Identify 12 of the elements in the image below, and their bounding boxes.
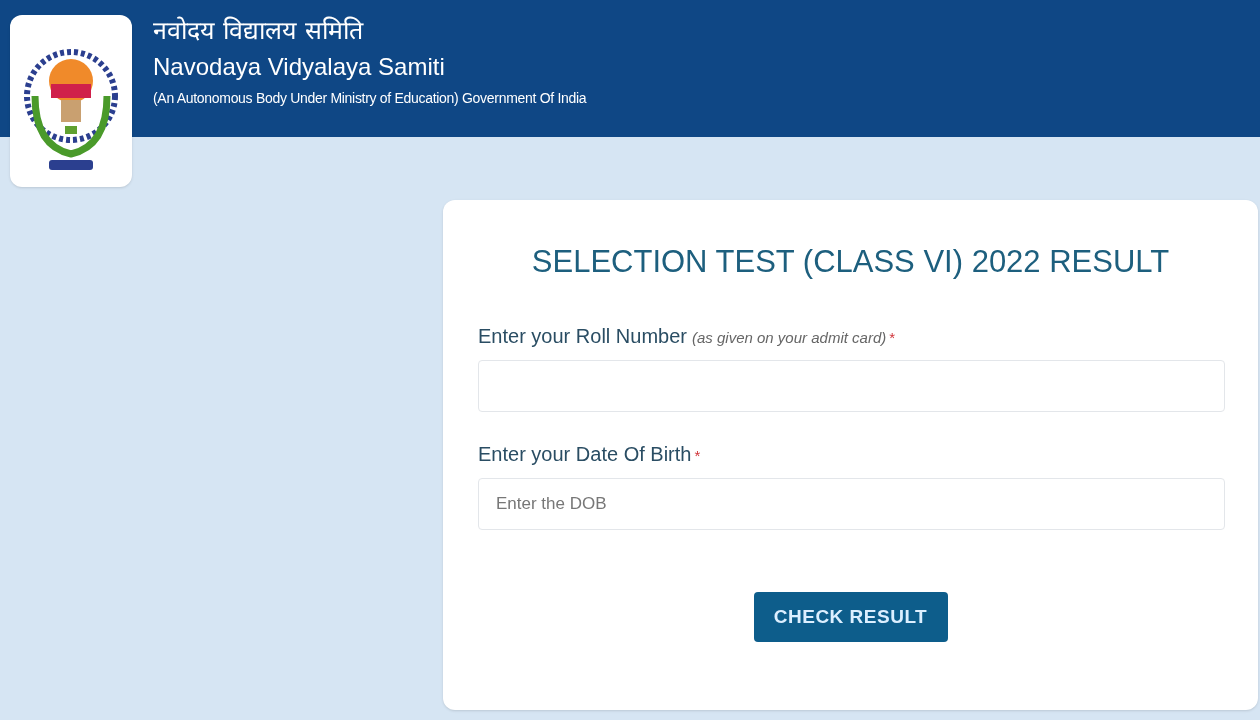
required-mark: * (889, 328, 896, 348)
site-title-hindi: नवोदय विद्यालय समिति (153, 15, 363, 47)
field-hint: (as given on your admit card) (691, 328, 887, 348)
form-title: SELECTION TEST (CLASS VI) 2022 RESULT (531, 243, 1170, 281)
site-subtitle: (An Autonomous Body Under Ministry of Education) Government Of India (153, 89, 587, 108)
required-mark: * (694, 446, 701, 466)
field-label: Enter your Roll Number (478, 324, 687, 349)
check-result-button[interactable]: CHECK RESULT (753, 592, 948, 642)
input-field[interactable] (478, 360, 1225, 412)
input-field[interactable]: Enter the DOB (478, 478, 1225, 530)
field-label: Enter your Date Of Birth (478, 442, 692, 467)
site-title: Navodaya Vidyalaya Samiti (153, 52, 445, 82)
